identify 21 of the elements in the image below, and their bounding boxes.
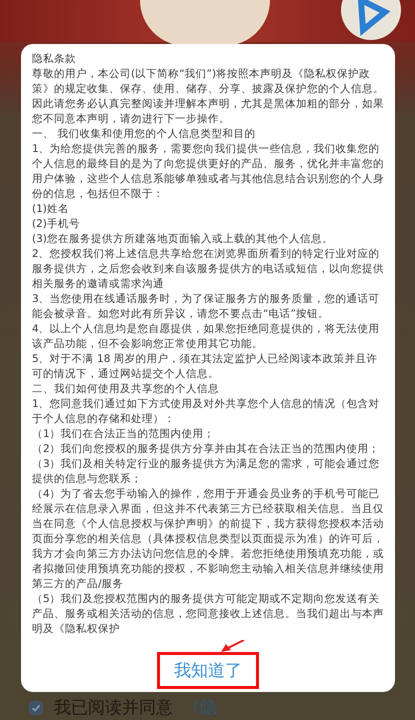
policy-paragraph: 2、您授权我们将上述信息共享给您在浏览界面所看到的特定行业对应的服务提供方，之后您会收到来自该服务提供方的电话或短信，以向您提供相关服务的邀请或需求沟通 xyxy=(32,247,385,292)
policy-paragraph: (3)您在服务提供方所建落地页面输入或上载的其他个人信息。 xyxy=(32,232,334,247)
dialog-title: 隐私条款 xyxy=(32,52,77,67)
policy-paragraph: 1、您同意我们通过如下方式使用及对外共享您个人信息的情况（包含对于个人信息的存储和处理）： xyxy=(32,397,381,427)
policy-paragraph: （3）我们及相关特定行业的服务提供方为满足您的需求，可能会通过您提供的信息与您联系； xyxy=(32,457,381,487)
pointer-arrow xyxy=(221,640,245,652)
policy-paragraph: （2）我们向您授权的服务提供方分享并由其在合法正当的范围内使用； xyxy=(32,442,381,457)
policy-paragraph: 3、当您使用在线通话服务时，为了保证服务方的服务质量，您的通话可能会被录音。如您对此有所异议，请您不要点击“电话”按钮。 xyxy=(32,292,381,322)
policy-paragraph: （5）我们及您授权范围内的服务提供方可能定期或不定期向您发送有关产品、服务或相关活动的信息，您同意接收上述信息。当我们超出与本声明及《隐私权保护 xyxy=(32,592,385,637)
checkbox[interactable] xyxy=(28,700,44,716)
policy-paragraph: （1）我们在合法正当的范围内使用； xyxy=(32,427,216,442)
policy-paragraph: 一、 我们收集和使用您的个人信息类型和目的 xyxy=(32,127,256,142)
policy-paragraph: (1)姓名 xyxy=(32,202,70,217)
policy-paragraph: （4）为了省去您手动输入的操作，您用于开通会员业务的手机号可能已经展示在信息录入界面，但这并不代表第三方已经获取相关信息。当且仅当在同意《个人信息授权与保护声明》的前提下，我方获得您授权本活动页面分享您的相关信息（具体授权信息类型以页面提示为准）的许可后，我方才会向第三方办法访问您信息的令牌。若您拒绝使用预填充功能，或者拟撤回使用预填充功能的授权，不影响您主动输入相关信息并继续使用第三方的产品/服务 xyxy=(32,487,385,592)
policy-paragraph: (2)手机号 xyxy=(32,217,81,232)
policy-paragraph: 尊敬的用户，本公司(以下简称“我们”)将按照本声明及《隐私权保护政策》的规定收集、保存、使用、储存、分享、披露及保护您的个人信息。因此请您务必认真完整阅读并理解本声明，尤其是黑体加粗的部分，如果您不同意本声明，请勿进行下一步操作。 xyxy=(32,67,385,127)
policy-paragraph: 4、以上个人信息均是您自愿提供，如果您拒绝同意提供的，将无法使用该产品功能，但不会影响您正常使用其它功能。 xyxy=(32,322,381,352)
policy-paragraph: 1、为给您提供完善的服务，需要您向我们提供一些信息，我们收集您的个人信息的最终目的是为了向您提供更好的产品、服务，优化并丰富您的用户体验，这些个人信息系能够单独或者与其他信息结合识别您的个人身份的信息，包括但不限于： xyxy=(32,142,385,202)
play-logo-icon xyxy=(341,0,401,42)
policy-paragraph: 二、我们如何使用及共享您的个人信息 xyxy=(32,382,220,397)
policy-paragraph: 5、对于不满 18 周岁的用户，须在其法定监护人已经阅读本政策并且许可的情况下，通过网站提交个人信息。 xyxy=(32,352,379,382)
